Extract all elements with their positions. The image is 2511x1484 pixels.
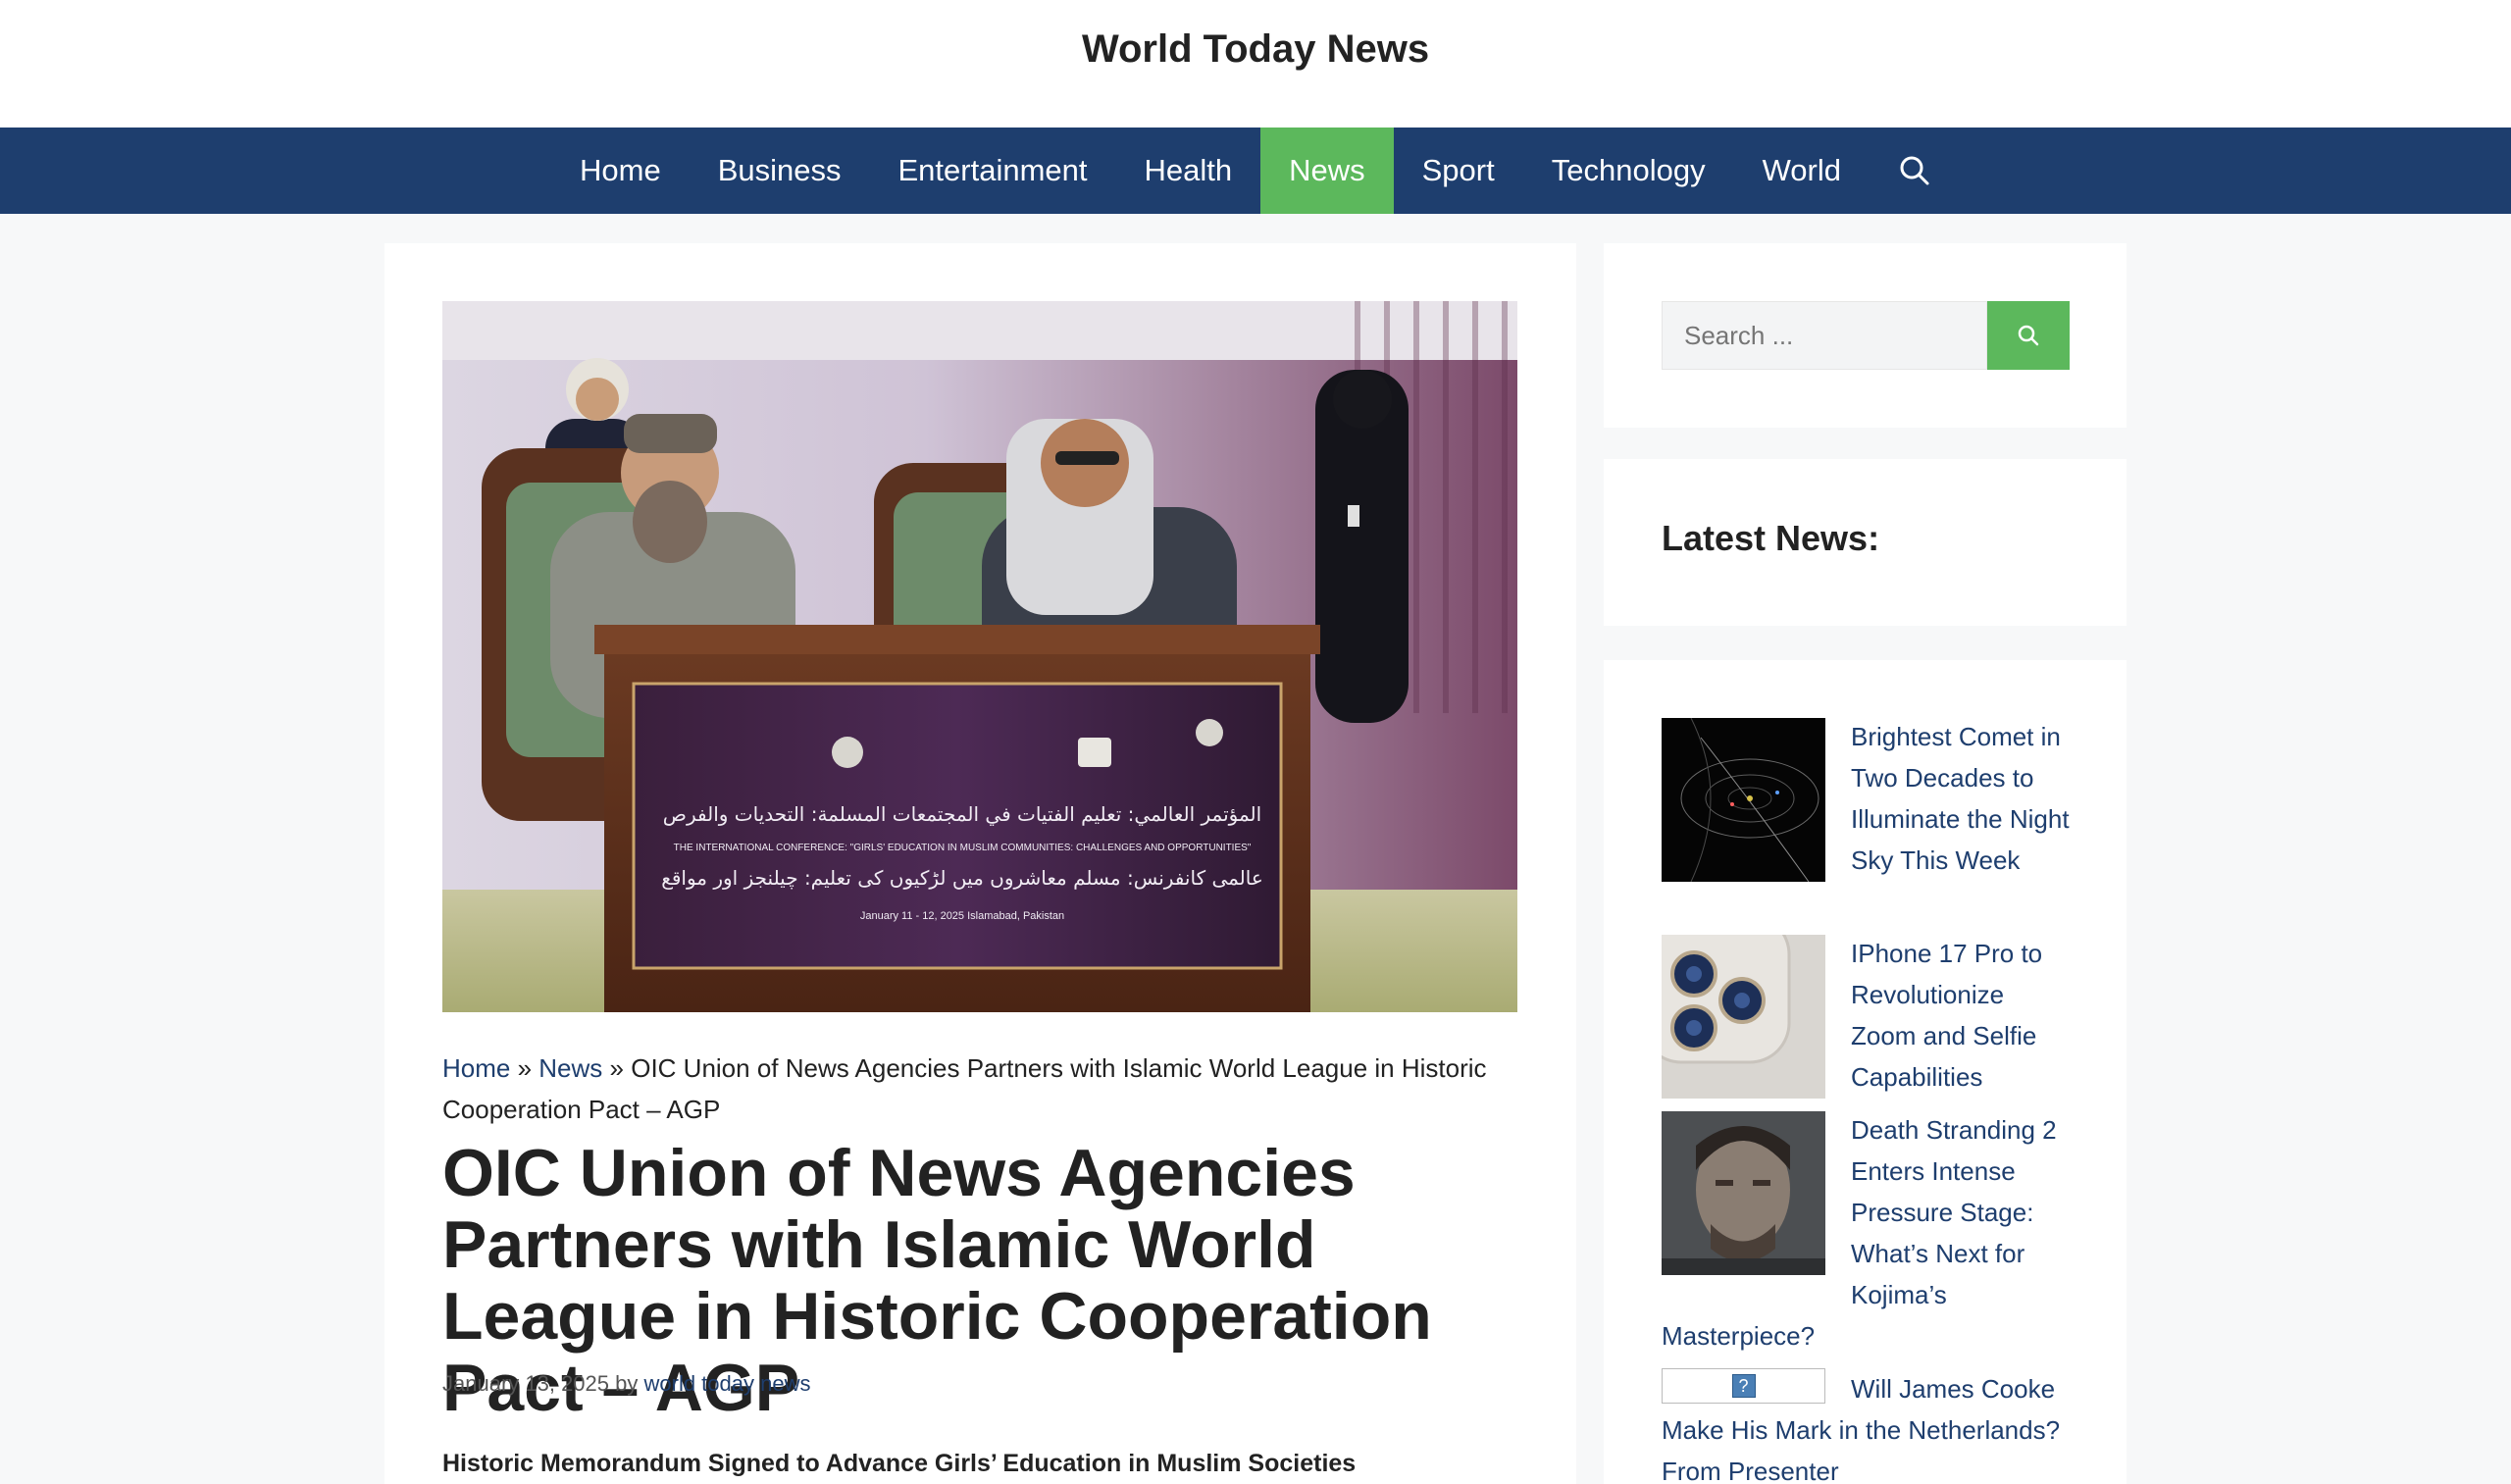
nav-item-entertainment[interactable]: Entertainment bbox=[870, 128, 1116, 214]
breadcrumb-separator: » bbox=[510, 1053, 539, 1083]
nav-item-business[interactable]: Business bbox=[690, 128, 870, 214]
banner-date-text: January 11 - 12, 2025 Islamabad, Pakista… bbox=[860, 910, 1064, 922]
news-list-item[interactable]: IPhone 17 Pro to Revolutionize Zoom and … bbox=[1662, 933, 2074, 1102]
breadcrumb-home-link[interactable]: Home bbox=[442, 1053, 510, 1083]
news-thumbnail[interactable] bbox=[1662, 718, 1825, 882]
nav-search-button[interactable] bbox=[1870, 128, 1960, 214]
site-title[interactable]: World Today News bbox=[1082, 27, 1429, 72]
article-author-link[interactable]: world today news bbox=[644, 1371, 811, 1396]
broken-image-icon: ? bbox=[1731, 1374, 1756, 1398]
site-header: World Today News bbox=[0, 0, 2511, 128]
article-meta: January 13, 2025 by world today news bbox=[442, 1371, 810, 1397]
banner-arabic-text: المؤتمر العالمي: تعليم الفتيات في المجتم… bbox=[663, 802, 1261, 827]
sidebar-search-widget bbox=[1604, 243, 2127, 428]
sidebar-search-input[interactable] bbox=[1662, 301, 1987, 370]
nav-item-sport[interactable]: Sport bbox=[1394, 128, 1523, 214]
standing-woman-right bbox=[1315, 370, 1409, 723]
news-list-item[interactable]: ? Will James Cooke Make His Mark in the … bbox=[1662, 1368, 2074, 1484]
breadcrumb-news-link[interactable]: News bbox=[538, 1053, 602, 1083]
page-content: المؤتمر العالمي: تعليم الفتيات في المجتم… bbox=[0, 214, 2511, 1484]
sidebar-search-button[interactable] bbox=[1987, 301, 2070, 370]
news-list-item[interactable]: Death Stranding 2 Enters Intense Pressur… bbox=[1662, 1109, 2074, 1356]
news-thumbnail[interactable] bbox=[1662, 935, 1825, 1099]
latest-news-heading: Latest News: bbox=[1662, 518, 1880, 558]
banner-english-text: THE INTERNATIONAL CONFERENCE: "GIRLS' ED… bbox=[674, 843, 1252, 853]
sidebar-latest-heading-widget: Latest News: bbox=[1604, 459, 2127, 626]
nav-item-home[interactable]: Home bbox=[551, 128, 690, 214]
article-subheading: Historic Memorandum Signed to Advance Gi… bbox=[442, 1450, 1357, 1477]
news-link[interactable]: IPhone 17 Pro to Revolutionize Zoom and … bbox=[1851, 939, 2042, 1092]
nav-item-news[interactable]: News bbox=[1260, 128, 1394, 214]
game-character-portrait bbox=[1662, 1111, 1825, 1275]
article-card: المؤتمر العالمي: تعليم الفتيات في المجتم… bbox=[384, 243, 1576, 1484]
article-date: January 13, 2025 bbox=[442, 1371, 610, 1396]
search-icon bbox=[2018, 325, 2039, 346]
article-by-text: by bbox=[609, 1371, 644, 1396]
main-navigation: Home Business Entertainment Health News … bbox=[0, 128, 2511, 214]
breadcrumb: Home » News » OIC Union of News Agencies… bbox=[442, 1048, 1531, 1130]
iphone-camera-image bbox=[1662, 935, 1825, 1099]
broken-image-placeholder[interactable]: ? bbox=[1662, 1368, 1825, 1404]
signing-ceremony-photo: المؤتمر العالمي: تعليم الفتيات في المجتم… bbox=[442, 301, 1517, 1012]
comet-orbit-image bbox=[1662, 718, 1825, 882]
search-icon bbox=[1900, 156, 1929, 185]
featured-image[interactable]: المؤتمر العالمي: تعليم الفتيات في المجتم… bbox=[442, 301, 1517, 1012]
nav-menu: Home Business Entertainment Health News … bbox=[551, 128, 1960, 214]
sidebar-news-list: Brightest Comet in Two Decades to Illumi… bbox=[1604, 660, 2127, 1484]
nav-item-world[interactable]: World bbox=[1734, 128, 1870, 214]
banner-urdu-text: عالمی کانفرنس: مسلم معاشروں میں لڑکیوں ک… bbox=[661, 866, 1263, 890]
nav-item-technology[interactable]: Technology bbox=[1523, 128, 1734, 214]
news-list-item[interactable]: Brightest Comet in Two Decades to Illumi… bbox=[1662, 716, 2074, 886]
news-link[interactable]: Brightest Comet in Two Decades to Illumi… bbox=[1851, 722, 2070, 875]
breadcrumb-separator: » bbox=[602, 1053, 632, 1083]
nav-item-health[interactable]: Health bbox=[1116, 128, 1261, 214]
news-thumbnail[interactable] bbox=[1662, 1111, 1825, 1275]
